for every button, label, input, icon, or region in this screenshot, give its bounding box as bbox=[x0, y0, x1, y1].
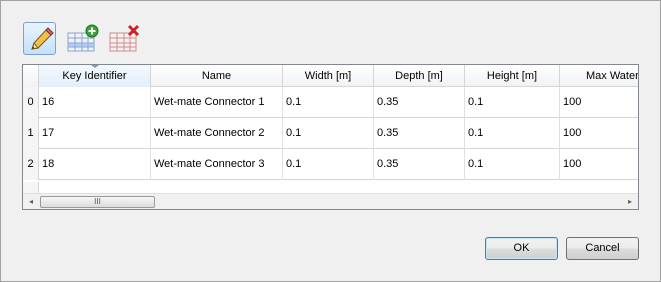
column-header-label: Name bbox=[201, 70, 232, 82]
cell-name[interactable]: Wet-mate Connector 2 bbox=[151, 118, 283, 149]
cell-height[interactable]: 0.1 bbox=[465, 87, 560, 118]
column-header-depth[interactable]: Depth [m] bbox=[374, 65, 465, 87]
column-header-label: Key Identifier bbox=[62, 70, 127, 82]
ok-button[interactable]: OK bbox=[485, 237, 558, 260]
column-header-label: Max Water bbox=[586, 70, 639, 82]
add-row-icon bbox=[67, 24, 99, 52]
cancel-button[interactable]: Cancel bbox=[566, 237, 639, 260]
column-header-max-water[interactable]: Max Water bbox=[560, 65, 639, 87]
data-table[interactable]: Key Identifier Name Width [m] Depth [m] … bbox=[22, 64, 639, 210]
add-row-button[interactable] bbox=[65, 22, 99, 55]
column-header-label: Height [m] bbox=[486, 70, 538, 82]
cell-key-identifier[interactable]: 16 bbox=[39, 87, 151, 118]
cell-height[interactable]: 0.1 bbox=[465, 118, 560, 149]
row-header[interactable]: 0 bbox=[23, 87, 39, 118]
table-corner[interactable] bbox=[23, 65, 39, 87]
cell-depth[interactable]: 0.35 bbox=[374, 118, 465, 149]
edit-button[interactable] bbox=[23, 22, 56, 55]
pencil-edit-icon bbox=[31, 27, 54, 50]
cell-width[interactable]: 0.1 bbox=[283, 87, 374, 118]
cell-depth[interactable]: 0.35 bbox=[374, 149, 465, 180]
table-header: Key Identifier Name Width [m] Depth [m] … bbox=[23, 65, 639, 87]
grip-icon: III bbox=[94, 197, 101, 206]
column-header-height[interactable]: Height [m] bbox=[465, 65, 560, 87]
column-header-key-identifier[interactable]: Key Identifier bbox=[39, 65, 151, 87]
cell-key-identifier[interactable]: 18 bbox=[39, 149, 151, 180]
column-header-name[interactable]: Name bbox=[151, 65, 283, 87]
cell-key-identifier[interactable]: 17 bbox=[39, 118, 151, 149]
cell-max-water[interactable]: 100 bbox=[560, 149, 638, 180]
scroll-right-icon[interactable]: ▸ bbox=[622, 194, 638, 209]
cell-max-water[interactable]: 100 bbox=[560, 87, 638, 118]
delete-row-icon bbox=[109, 24, 140, 52]
delete-row-button[interactable] bbox=[107, 22, 140, 55]
cell-depth[interactable]: 0.35 bbox=[374, 87, 465, 118]
column-header-label: Width [m] bbox=[304, 70, 352, 82]
cell-width[interactable]: 0.1 bbox=[283, 118, 374, 149]
table-row[interactable]: 1 17 Wet-mate Connector 2 0.1 0.35 0.1 1… bbox=[23, 118, 638, 149]
cell-width[interactable]: 0.1 bbox=[283, 149, 374, 180]
scroll-left-icon[interactable]: ◂ bbox=[23, 194, 39, 209]
cell-max-water[interactable]: 100 bbox=[560, 118, 638, 149]
column-header-label: Depth [m] bbox=[395, 70, 443, 82]
row-header[interactable]: 2 bbox=[23, 149, 39, 180]
horizontal-scrollbar[interactable]: ◂ III ▸ bbox=[23, 193, 638, 209]
column-header-width[interactable]: Width [m] bbox=[283, 65, 374, 87]
row-header[interactable]: 1 bbox=[23, 118, 39, 149]
cell-name[interactable]: Wet-mate Connector 1 bbox=[151, 87, 283, 118]
sort-indicator-icon bbox=[90, 65, 99, 68]
table-row[interactable]: 2 18 Wet-mate Connector 3 0.1 0.35 0.1 1… bbox=[23, 149, 638, 180]
scrollbar-thumb[interactable]: III bbox=[40, 196, 155, 208]
cell-height[interactable]: 0.1 bbox=[465, 149, 560, 180]
cell-name[interactable]: Wet-mate Connector 3 bbox=[151, 149, 283, 180]
table-row[interactable]: 0 16 Wet-mate Connector 1 0.1 0.35 0.1 1… bbox=[23, 87, 638, 118]
